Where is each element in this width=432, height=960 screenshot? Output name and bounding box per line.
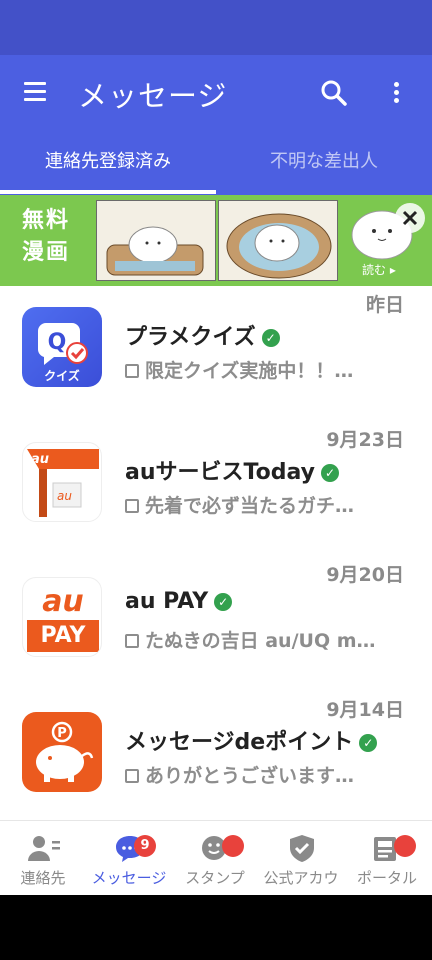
au-pay-icon: au PAY	[22, 577, 102, 657]
svg-text:au: au	[31, 452, 49, 467]
comic-panel-1	[96, 200, 216, 281]
sender-name: au PAY ✓	[125, 589, 233, 614]
message-preview: ありがとうございます…	[125, 761, 385, 788]
message-preview: 先着で必ず当たるガチ…	[125, 491, 385, 518]
svg-text:au: au	[57, 489, 72, 503]
message-date: 9月14日	[326, 699, 404, 721]
image-icon	[125, 364, 139, 378]
shield-check-icon	[286, 833, 318, 863]
quiz-app-icon: Q クイズ	[22, 307, 102, 387]
manga-ad-banner[interactable]: 無料 漫画 読む ▸	[0, 195, 432, 286]
svg-text:P: P	[57, 726, 67, 741]
app-bar: メッセージ 連絡先登録済み 不明な差出人	[0, 55, 432, 195]
nav-portal[interactable]: ポータル	[344, 821, 430, 896]
close-icon[interactable]	[395, 203, 425, 233]
message-date: 9月23日	[326, 429, 404, 451]
point-piggy-bank-icon: P	[22, 712, 102, 792]
verified-check-icon: ✓	[320, 464, 339, 482]
message-list: Q クイズ 昨日 プラメクイズ ✓ 限定クイズ実施中！！… au au 9月23日…	[0, 286, 432, 820]
nav-stamps[interactable]: スタンプ	[172, 821, 258, 896]
message-preview: 限定クイズ実施中！！…	[125, 356, 385, 383]
page-title: メッセージ	[78, 79, 228, 113]
notification-dot	[394, 835, 416, 857]
comic-panel-2	[218, 200, 338, 281]
system-navigation-bar	[0, 895, 432, 960]
nav-messages[interactable]: 9 メッセージ	[86, 821, 172, 896]
read-button[interactable]: 読む ▸	[362, 261, 396, 278]
verified-check-icon: ✓	[359, 734, 378, 752]
hamburger-menu-icon[interactable]	[24, 80, 50, 104]
tab-unknown-senders[interactable]: 不明な差出人	[216, 147, 432, 173]
list-item[interactable]: Q クイズ 昨日 プラメクイズ ✓ 限定クイズ実施中！！…	[0, 286, 432, 421]
message-date: 昨日	[365, 294, 404, 316]
status-bar	[0, 0, 432, 55]
image-icon	[125, 769, 139, 783]
bottom-nav: 連絡先 9 メッセージ スタンプ 公式アカウ ポータル	[0, 820, 432, 895]
sender-name: メッセージdeポイント ✓	[125, 724, 378, 756]
message-date: 9月20日	[326, 564, 404, 586]
banner-title: 無料 漫画	[22, 208, 71, 265]
contacts-icon	[28, 833, 60, 863]
verified-check-icon: ✓	[261, 329, 280, 347]
more-vert-icon[interactable]	[386, 79, 406, 107]
au-service-today-icon: au au	[22, 442, 102, 522]
list-item[interactable]: au au 9月23日 auサービスToday ✓ 先着で必ず当たるガチ…	[0, 421, 432, 556]
image-icon	[125, 634, 139, 648]
tab-registered-contacts[interactable]: 連絡先登録済み	[0, 147, 216, 173]
list-item[interactable]: au PAY 9月20日 au PAY ✓ たぬきの吉日 au/UQ m…	[0, 556, 432, 691]
verified-check-icon: ✓	[214, 593, 233, 611]
unread-badge: 9	[134, 835, 156, 857]
tab-indicator	[0, 190, 216, 194]
sender-name: auサービスToday ✓	[125, 454, 339, 486]
message-preview: たぬきの吉日 au/UQ m…	[125, 626, 385, 653]
notification-dot	[222, 835, 244, 857]
svg-text:Q: Q	[48, 330, 67, 355]
search-icon[interactable]	[320, 79, 348, 107]
sender-name: プラメクイズ ✓	[125, 319, 280, 351]
list-item[interactable]: P 9月14日 メッセージdeポイント ✓ ありがとうございます…	[0, 691, 432, 826]
nav-contacts[interactable]: 連絡先	[0, 821, 86, 896]
nav-official-accounts[interactable]: 公式アカウ	[258, 821, 344, 896]
image-icon	[125, 499, 139, 513]
